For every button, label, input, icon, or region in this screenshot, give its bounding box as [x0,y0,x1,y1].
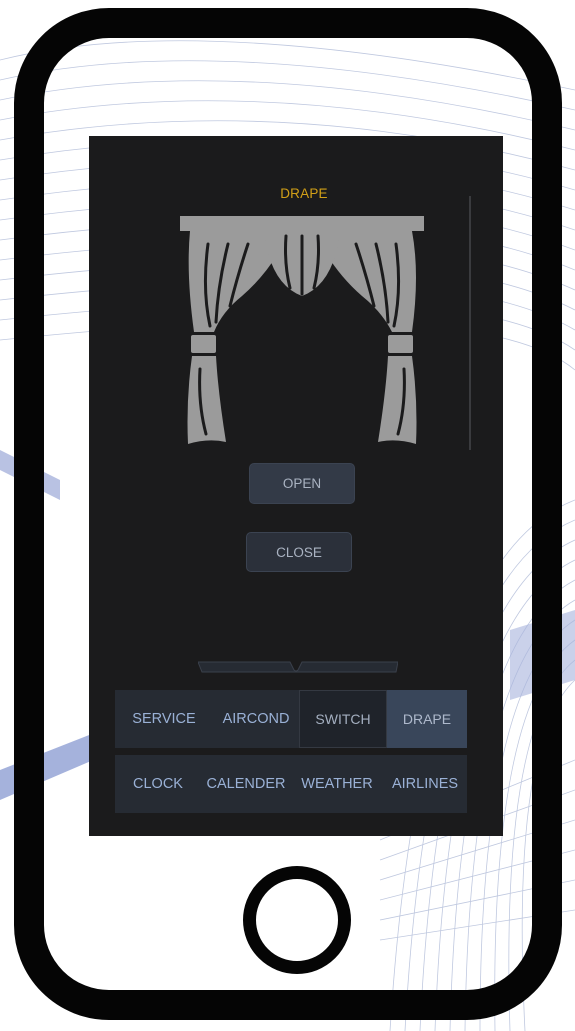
page-title: DRAPE [280,186,328,201]
tab-clock[interactable]: CLOCK [115,755,201,813]
curtain-icon [180,216,424,444]
app-screen: DRAPE OPEN CLOSE SERVICE AIRCOND SWITCH … [89,136,503,836]
tab-switch[interactable]: SWITCH [299,690,387,748]
tab-drape[interactable]: DRAPE [387,690,467,748]
tab-airlines[interactable]: AIRLINES [383,755,467,813]
home-button[interactable] [243,866,351,974]
nav-row-secondary: CLOCK CALENDER WEATHER AIRLINES [115,755,467,813]
tab-service[interactable]: SERVICE [115,690,213,748]
close-button[interactable]: CLOSE [246,532,352,572]
open-button[interactable]: OPEN [249,463,355,504]
tab-weather[interactable]: WEATHER [291,755,383,813]
tab-aircond[interactable]: AIRCOND [213,690,299,748]
tab-calender[interactable]: CALENDER [201,755,291,813]
page-indicator [198,661,398,673]
scrollbar[interactable] [469,196,471,450]
nav-row-primary: SERVICE AIRCOND SWITCH DRAPE [115,690,467,748]
